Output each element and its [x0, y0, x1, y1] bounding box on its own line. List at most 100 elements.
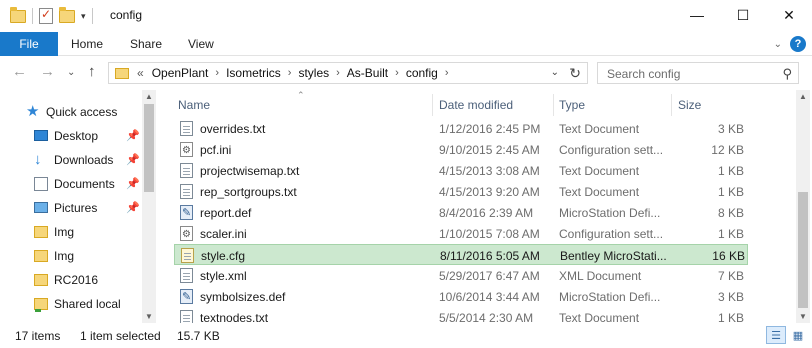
download-icon: ↓: [34, 151, 42, 168]
details-view-icon[interactable]: ☰: [766, 326, 786, 344]
breadcrumb-isometrics[interactable]: Isometrics: [226, 66, 281, 80]
column-header-type[interactable]: Type: [559, 98, 585, 112]
navigation-pane: ★ Quick access Desktop 📌 ↓ Downloads 📌 D…: [0, 90, 156, 323]
file-row[interactable]: overrides.txt 1/12/2016 2:45 PM Text Docum…: [174, 118, 748, 139]
scroll-up-icon[interactable]: ▲: [799, 92, 807, 101]
nav-item-img[interactable]: Img: [0, 220, 142, 244]
file-icon: [180, 163, 193, 178]
title-bar: ▾ config — ☐ ✕: [0, 0, 812, 32]
chevron-right-icon[interactable]: ›: [288, 67, 292, 79]
breadcrumb-openplant[interactable]: OpenPlant: [152, 66, 209, 80]
file-row[interactable]: scaler.ini 1/10/2015 7:08 AM Configuration…: [174, 223, 748, 244]
pin-icon[interactable]: 📌: [126, 153, 140, 166]
maximize-button[interactable]: ☐: [720, 0, 766, 30]
file-type: Configuration sett...: [559, 143, 664, 157]
file-date: 4/15/2013 3:08 AM: [439, 164, 540, 178]
nav-item-quick-access[interactable]: ★ Quick access: [0, 100, 142, 124]
help-icon[interactable]: ?: [790, 36, 806, 52]
scrollbar-thumb[interactable]: [798, 192, 808, 308]
breadcrumb-overflow[interactable]: «: [137, 66, 144, 80]
address-bar[interactable]: « OpenPlant › Isometrics › styles › As-B…: [108, 62, 588, 84]
breadcrumb-as-built[interactable]: As-Built: [347, 66, 388, 80]
chevron-right-icon[interactable]: ›: [215, 67, 219, 79]
file-row[interactable]: style.cfg 8/11/2016 5:05 AM Bentley MicroS…: [174, 244, 748, 265]
up-button[interactable]: ↑: [88, 63, 96, 80]
file-date: 1/12/2016 2:45 PM: [439, 122, 541, 136]
file-row[interactable]: pcf.ini 9/10/2015 2:45 AM Configuration se…: [174, 139, 748, 160]
file-name: symbolsizes.def: [200, 290, 286, 304]
tab-share[interactable]: Share: [130, 32, 162, 56]
column-header-name[interactable]: Name: [178, 98, 210, 112]
file-size: 3 KB: [717, 122, 744, 136]
file-row[interactable]: projectwisemap.txt 4/15/2013 3:08 AM Text …: [174, 160, 748, 181]
scrollbar-thumb[interactable]: [144, 104, 154, 192]
file-size: 3 KB: [717, 290, 744, 304]
nav-item-img-2[interactable]: Img: [0, 244, 142, 268]
column-header-date[interactable]: Date modified: [439, 98, 513, 112]
file-date: 8/4/2016 2:39 AM: [439, 206, 534, 220]
column-divider[interactable]: [553, 94, 554, 116]
file-row[interactable]: symbolsizes.def 10/6/2014 3:44 AM MicroSta…: [174, 286, 748, 307]
chevron-right-icon[interactable]: ›: [395, 67, 399, 79]
file-type: Bentley MicroStati...: [560, 249, 667, 263]
forward-button[interactable]: →: [40, 63, 55, 80]
window-controls: — ☐ ✕: [674, 0, 812, 30]
divider: [32, 8, 33, 24]
large-icons-view-icon[interactable]: ▦: [788, 326, 808, 344]
scroll-down-icon[interactable]: ▼: [145, 312, 153, 321]
scroll-down-icon[interactable]: ▼: [799, 312, 807, 321]
pin-icon[interactable]: 📌: [126, 201, 140, 214]
file-date: 8/11/2016 5:05 AM: [440, 249, 540, 263]
nav-item-shared-local[interactable]: Shared local: [0, 292, 142, 316]
file-size: 1 KB: [717, 185, 744, 199]
nav-item-pictures[interactable]: Pictures 📌: [0, 196, 142, 220]
column-header-size[interactable]: Size: [678, 98, 701, 112]
properties-icon[interactable]: [39, 7, 53, 24]
pin-icon[interactable]: 📌: [126, 177, 140, 190]
tab-home[interactable]: Home: [71, 32, 103, 56]
navpane-scrollbar[interactable]: ▲ ▼: [142, 90, 156, 323]
divider: [91, 8, 93, 24]
documents-icon: [34, 177, 48, 191]
file-row[interactable]: report.def 8/4/2016 2:39 AM MicroStation D…: [174, 202, 748, 223]
filelist-scrollbar[interactable]: ▲ ▼: [796, 90, 810, 323]
customize-toolbar-icon[interactable]: ▾: [81, 11, 86, 22]
config-file-icon: [180, 226, 193, 241]
file-icon: [180, 268, 193, 283]
nav-item-label: Pictures: [54, 201, 98, 215]
file-row[interactable]: style.xml 5/29/2017 6:47 AM XML Document 7 …: [174, 265, 748, 286]
search-placeholder: Search config: [607, 67, 681, 81]
quick-access-toolbar: ▾: [10, 6, 93, 24]
back-button[interactable]: ←: [12, 63, 27, 80]
address-dropdown-icon[interactable]: ⌄: [551, 67, 559, 78]
pin-icon[interactable]: 📌: [126, 129, 140, 142]
tab-view[interactable]: View: [188, 32, 214, 56]
breadcrumb-config[interactable]: config: [406, 66, 438, 80]
refresh-icon[interactable]: ↻: [569, 65, 581, 82]
close-button[interactable]: ✕: [766, 0, 812, 30]
file-icon: [181, 248, 194, 263]
new-folder-icon[interactable]: [59, 6, 75, 23]
nav-item-documents[interactable]: Documents 📌: [0, 172, 142, 196]
search-input[interactable]: Search config ⚲: [597, 62, 799, 84]
selection-info: 1 item selected: [80, 329, 161, 343]
column-divider[interactable]: [432, 94, 433, 116]
chevron-right-icon[interactable]: ›: [445, 67, 449, 79]
file-size: 1 KB: [717, 227, 744, 241]
scroll-up-icon[interactable]: ▲: [145, 92, 153, 101]
nav-item-rc2016[interactable]: RC2016: [0, 268, 142, 292]
tab-file[interactable]: File: [0, 32, 58, 56]
desktop-icon: [34, 130, 48, 141]
folder-icon: [10, 6, 26, 23]
chevron-right-icon[interactable]: ›: [336, 67, 340, 79]
column-divider[interactable]: [671, 94, 672, 116]
file-icon: [180, 184, 193, 199]
nav-item-label: Desktop: [54, 129, 99, 143]
file-row[interactable]: rep_sortgroups.txt 4/15/2013 9:20 AM Text …: [174, 181, 748, 202]
expand-ribbon-icon[interactable]: ⌄: [774, 39, 782, 50]
minimize-button[interactable]: —: [674, 0, 720, 30]
recent-locations-icon[interactable]: ⌄: [67, 67, 75, 78]
breadcrumb-styles[interactable]: styles: [298, 66, 329, 80]
nav-item-downloads[interactable]: ↓ Downloads 📌: [0, 148, 142, 172]
nav-item-desktop[interactable]: Desktop 📌: [0, 124, 142, 148]
